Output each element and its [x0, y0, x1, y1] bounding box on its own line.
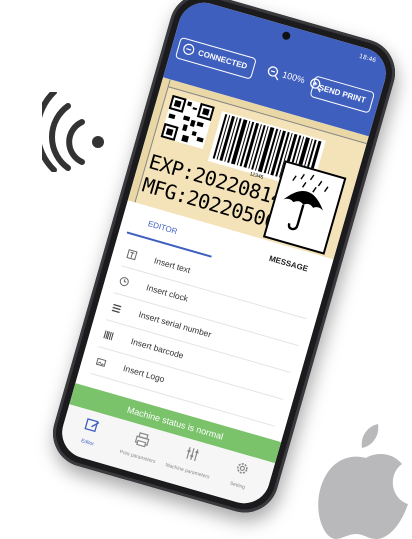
send-print-button[interactable]: SEND PRINT — [309, 75, 376, 114]
printer-icon — [134, 432, 150, 448]
clock-icon — [119, 277, 129, 287]
tab-message[interactable]: MESSAGE — [268, 254, 309, 274]
menu-item-label: Insert clock — [145, 282, 190, 304]
tab-editor[interactable]: EDITOR — [147, 219, 178, 236]
edit-icon — [84, 418, 100, 433]
zoom-out-icon[interactable] — [265, 64, 282, 81]
image-icon — [95, 357, 107, 367]
gear-icon — [237, 463, 248, 474]
link-icon — [183, 43, 195, 55]
nav-label: Setting — [229, 480, 246, 491]
barcode-icon — [103, 330, 114, 341]
nav-editor[interactable]: Editor — [64, 411, 118, 452]
sliders-icon — [186, 447, 199, 462]
nav-print-parameters[interactable]: Print parameters — [114, 425, 168, 466]
connected-button[interactable]: CONNECTED — [174, 36, 257, 80]
text-icon — [126, 249, 138, 261]
nav-setting[interactable]: Setting — [213, 454, 267, 495]
nav-label: Print parameters — [118, 449, 157, 466]
nav-label: Editor — [80, 438, 95, 448]
connected-label: CONNECTED — [196, 48, 249, 71]
qr-code[interactable] — [160, 94, 215, 150]
nav-machine-parameters[interactable]: Machine parameters — [163, 440, 217, 481]
wifi-signal-icon — [42, 92, 104, 172]
menu-item-label: Insert Logo — [122, 362, 166, 385]
nav-label: Machine parameters — [164, 462, 211, 481]
menu-item-label: Insert text — [152, 255, 192, 276]
apple-logo-icon — [318, 424, 408, 539]
serial-icon — [111, 303, 122, 314]
zoom-level: 100% — [281, 69, 307, 86]
